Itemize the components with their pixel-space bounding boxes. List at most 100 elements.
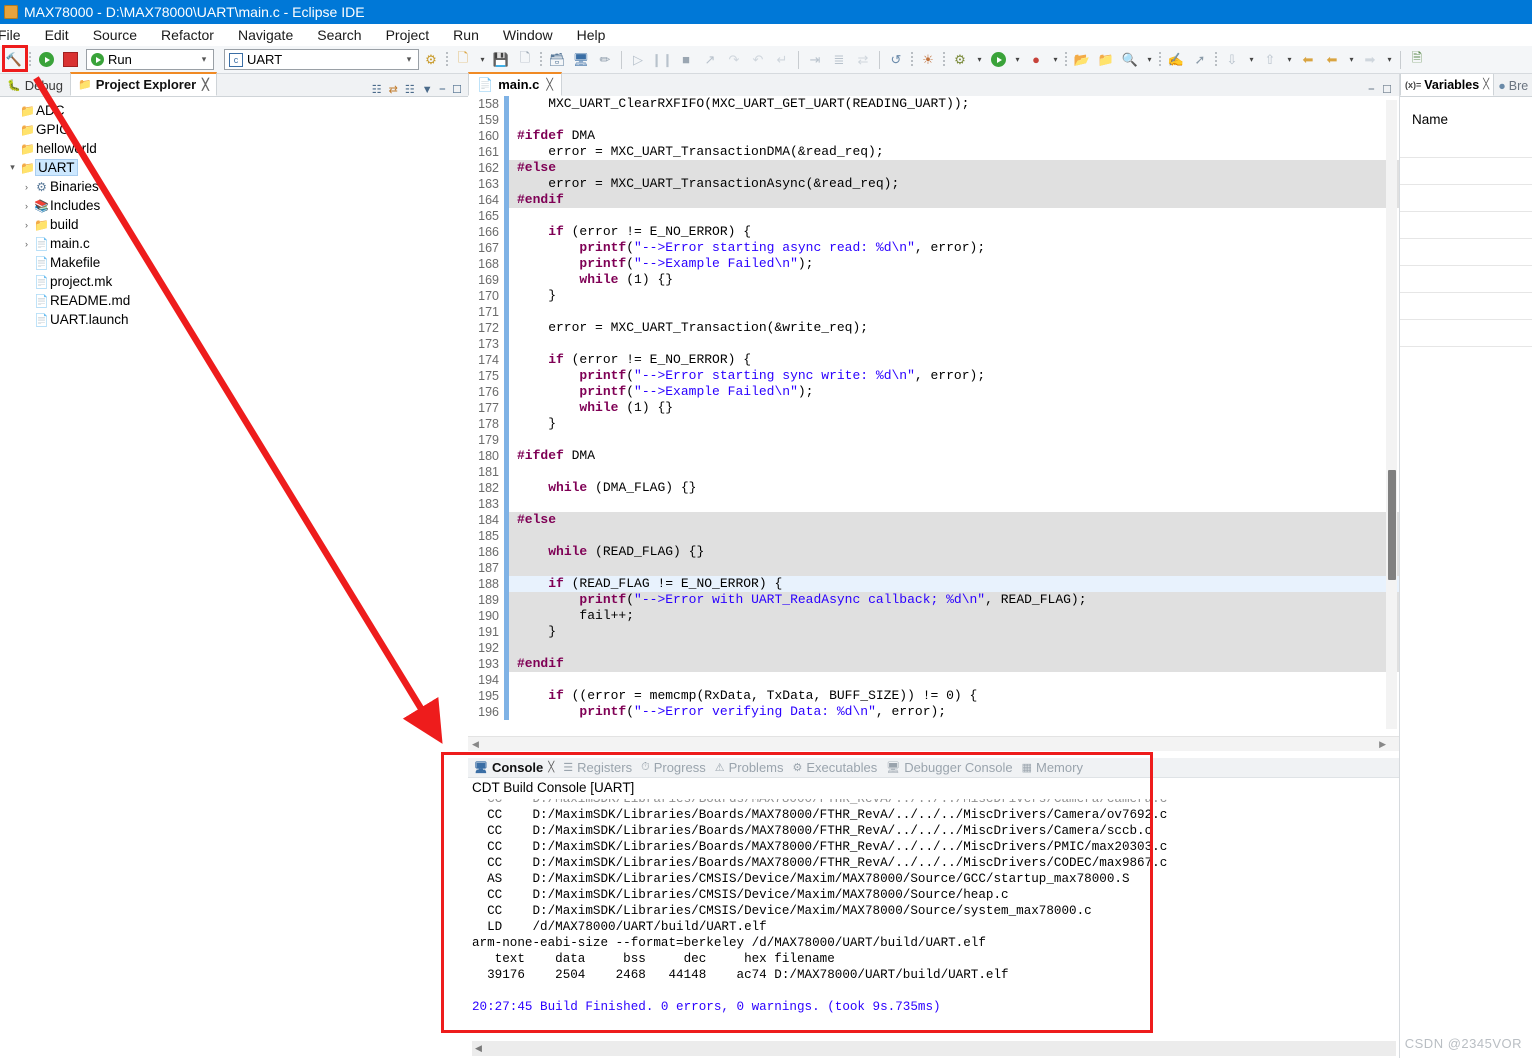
tab-console[interactable]: 🖥 Console ╳ xyxy=(472,760,561,775)
code-line[interactable]: 194 xyxy=(468,672,1400,688)
minimize-view-icon[interactable]: ⎯ xyxy=(440,83,446,96)
maximize-icon[interactable]: ☐ xyxy=(1382,83,1392,96)
run-dropdown-icon[interactable]: ▾ xyxy=(1010,49,1024,71)
code-text[interactable]: printf("-->Error starting sync write: %d… xyxy=(509,368,1400,384)
code-line[interactable]: 192 xyxy=(468,640,1400,656)
code-text[interactable]: #ifdef DMA xyxy=(509,128,1400,144)
maximize-icon[interactable]: ☐ xyxy=(452,83,462,96)
debug-icon[interactable]: ⚙ xyxy=(948,49,972,71)
code-text[interactable]: #ifdef DMA xyxy=(509,448,1400,464)
tree-item-binaries[interactable]: › ⚙ Binaries xyxy=(6,177,468,196)
code-line[interactable]: 178 } xyxy=(468,416,1400,432)
twisty-icon[interactable]: › xyxy=(20,182,33,192)
run-icon[interactable] xyxy=(34,49,58,71)
stop-icon[interactable] xyxy=(58,49,82,71)
variables-row[interactable] xyxy=(1400,239,1532,266)
code-line[interactable]: 182 while (DMA_FLAG) {} xyxy=(468,480,1400,496)
code-text[interactable]: if ((error = memcmp(RxData, TxData, BUFF… xyxy=(509,688,1400,704)
console-horizontal-scrollbar[interactable]: ◀ xyxy=(472,1041,1396,1056)
code-line[interactable]: 163 error = MXC_UART_TransactionAsync(&r… xyxy=(468,176,1400,192)
code-line[interactable]: 170 } xyxy=(468,288,1400,304)
chevron-down-icon[interactable]: ▾ xyxy=(400,54,418,65)
close-icon[interactable]: ╳ xyxy=(548,762,554,773)
code-line[interactable]: 176 printf("-->Example Failed\n"); xyxy=(468,384,1400,400)
coverage-icon[interactable]: ● xyxy=(1024,49,1048,71)
prev-annotation-dropdown-icon[interactable]: ▾ xyxy=(1244,49,1258,71)
twisty-icon[interactable]: › xyxy=(20,220,33,230)
tree-item-build[interactable]: › 📁 build xyxy=(6,215,468,234)
code-line[interactable]: 181 xyxy=(468,464,1400,480)
code-text[interactable]: if (error != E_NO_ERROR) { xyxy=(509,224,1400,240)
tab-memory[interactable]: ▦ Memory xyxy=(1020,760,1090,775)
code-line[interactable]: 187 xyxy=(468,560,1400,576)
code-text[interactable]: while (DMA_FLAG) {} xyxy=(509,480,1400,496)
tab-debug[interactable]: 🐛 Debug xyxy=(0,75,70,96)
editor-horizontal-scrollbar[interactable]: ◀ ▶ xyxy=(468,736,1400,751)
code-line[interactable]: 168 printf("-->Example Failed\n"); xyxy=(468,256,1400,272)
code-editor[interactable]: 158 MXC_UART_ClearRXFIFO(MXC_UART_GET_UA… xyxy=(468,96,1400,751)
code-text[interactable]: while (1) {} xyxy=(509,400,1400,416)
open-project-icon[interactable]: 📂 xyxy=(1070,49,1094,71)
link-with-editor-icon[interactable]: ⇄ xyxy=(389,83,398,96)
tab-debugger-console[interactable]: 🖥 Debugger Console xyxy=(884,760,1019,775)
variables-row[interactable] xyxy=(1400,158,1532,185)
coverage-dropdown-icon[interactable]: ▾ xyxy=(1048,49,1062,71)
code-line[interactable]: 159 xyxy=(468,112,1400,128)
tree-item-adc[interactable]: 📁 ADC xyxy=(6,101,468,120)
code-line[interactable]: 167 printf("-->Error starting async read… xyxy=(468,240,1400,256)
external-tools-icon[interactable]: ☀ xyxy=(916,49,940,71)
tree-item-main-c[interactable]: › 📄 main.c xyxy=(6,234,468,253)
tab-registers[interactable]: ☰ Registers xyxy=(561,760,639,775)
scroll-left-arrow-icon[interactable]: ◀ xyxy=(475,1043,482,1054)
variables-row[interactable] xyxy=(1400,212,1532,239)
code-line[interactable]: 164 #endif xyxy=(468,192,1400,208)
tree-item-helloworld[interactable]: 📁 helloworld xyxy=(6,139,468,158)
tree-item-includes[interactable]: › 📚 Includes xyxy=(6,196,468,215)
collapse-all-icon[interactable]: ☷ xyxy=(372,83,382,96)
code-line[interactable]: 173 xyxy=(468,336,1400,352)
tree-item-uart-launch[interactable]: 📄 UART.launch xyxy=(6,310,468,329)
code-text[interactable]: printf("-->Error verifying Data: %d\n", … xyxy=(509,704,1400,720)
menu-file[interactable]: File xyxy=(0,27,33,43)
menu-search[interactable]: Search xyxy=(305,27,373,43)
code-line[interactable]: 193 #endif xyxy=(468,656,1400,672)
code-line[interactable]: 186 while (READ_FLAG) {} xyxy=(468,544,1400,560)
variables-row[interactable] xyxy=(1400,185,1532,212)
code-line[interactable]: 185 xyxy=(468,528,1400,544)
menu-edit[interactable]: Edit xyxy=(33,27,81,43)
build-hammer-icon[interactable]: 🔨 xyxy=(2,49,26,71)
code-text[interactable]: error = MXC_UART_Transaction(&write_req)… xyxy=(509,320,1400,336)
code-text[interactable]: #else xyxy=(509,512,1400,528)
scrollbar-thumb[interactable] xyxy=(1388,470,1396,580)
search-dropdown-icon[interactable]: ▾ xyxy=(1142,49,1156,71)
twisty-icon[interactable]: › xyxy=(20,201,33,211)
code-text[interactable]: } xyxy=(509,288,1400,304)
next-annotation-dropdown-icon[interactable]: ▾ xyxy=(1282,49,1296,71)
code-line[interactable]: 166 if (error != E_NO_ERROR) { xyxy=(468,224,1400,240)
launch-mode-combo[interactable]: Run ▾ xyxy=(86,49,214,70)
code-line[interactable]: 174 if (error != E_NO_ERROR) { xyxy=(468,352,1400,368)
code-text[interactable]: } xyxy=(509,416,1400,432)
code-line[interactable]: 188 if (READ_FLAG != E_NO_ERROR) { xyxy=(468,576,1400,592)
console-output[interactable]: CC D:/MaximSDK/Libraries/Boards/MAX78000… xyxy=(472,799,1396,1034)
tree-item-uart[interactable]: ▾ 📁 UART xyxy=(6,158,468,177)
forward-history-icon[interactable]: ⬅ xyxy=(1320,49,1344,71)
chevron-down-icon[interactable]: ▾ xyxy=(195,54,213,65)
tree-item-readme-md[interactable]: 📄 README.md xyxy=(6,291,468,310)
restart-icon[interactable]: ↺ xyxy=(884,49,908,71)
new-editor-icon[interactable]: 🗎 xyxy=(1405,49,1429,71)
minimize-icon[interactable]: ⎯ xyxy=(1369,83,1375,96)
close-icon[interactable]: ╳ xyxy=(546,78,553,91)
twisty-icon[interactable]: › xyxy=(20,239,33,249)
variables-row[interactable] xyxy=(1400,266,1532,293)
code-line[interactable]: 162 #else xyxy=(468,160,1400,176)
next-annotation-icon[interactable]: ➚ xyxy=(1188,49,1212,71)
skip-breakpoints-icon[interactable]: ✏ xyxy=(593,49,617,71)
code-text[interactable]: fail++; xyxy=(509,608,1400,624)
code-text[interactable]: error = MXC_UART_TransactionAsync(&read_… xyxy=(509,176,1400,192)
code-text[interactable]: printf("-->Example Failed\n"); xyxy=(509,256,1400,272)
close-icon[interactable]: ╳ xyxy=(202,78,209,91)
close-project-icon[interactable]: 📁 xyxy=(1094,49,1118,71)
code-line[interactable]: 179 xyxy=(468,432,1400,448)
variables-row[interactable] xyxy=(1400,293,1532,320)
